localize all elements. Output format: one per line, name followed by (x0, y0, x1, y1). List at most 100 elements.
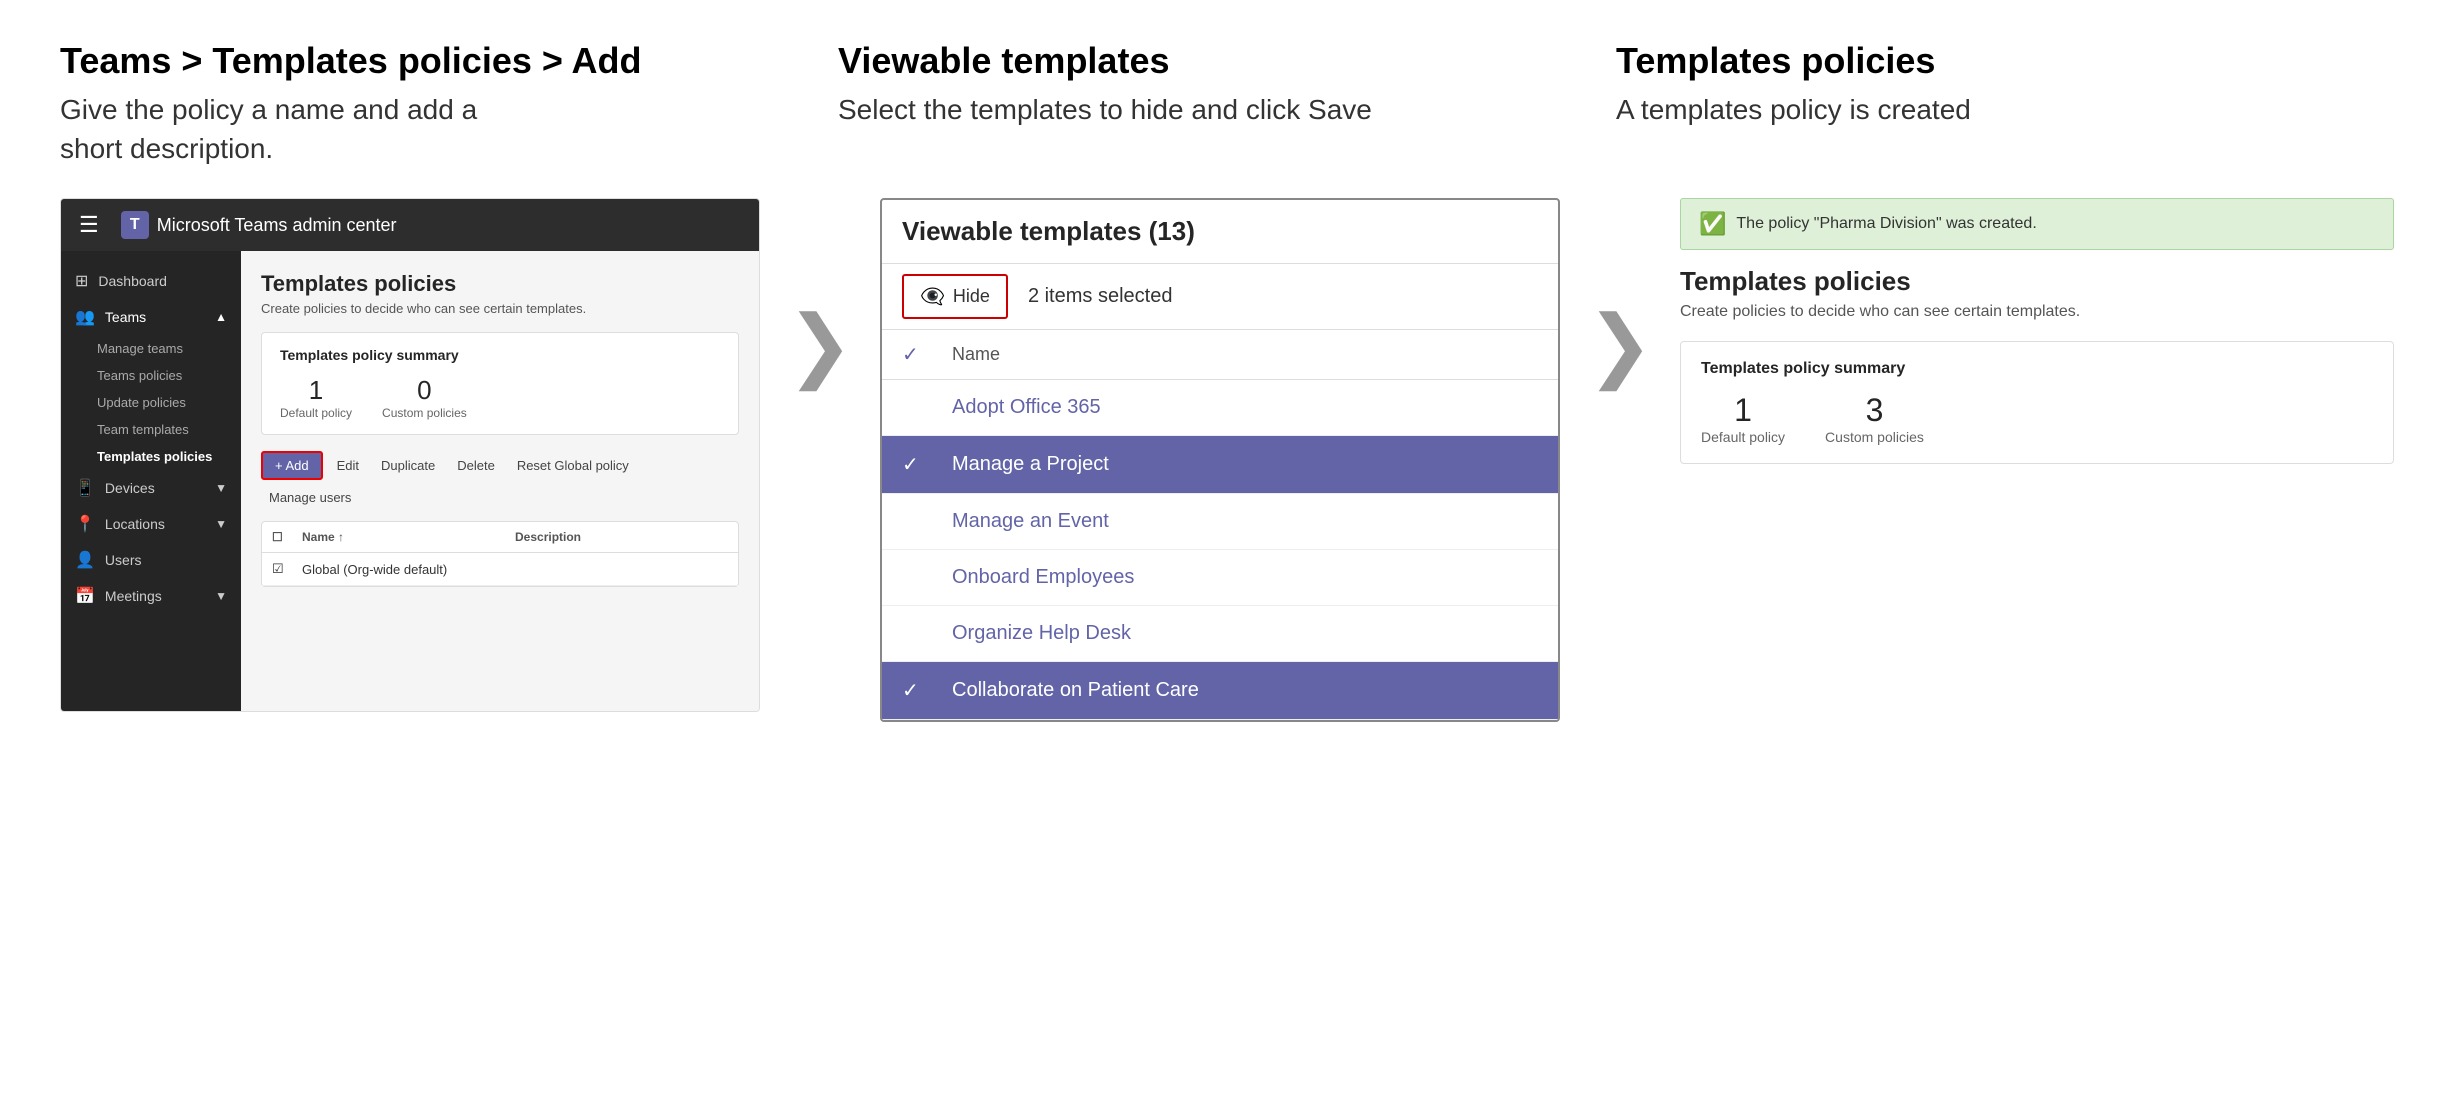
selected-count: 2 items selected (1028, 285, 1173, 308)
templates-toolbar: 👁️‍🗨️ Hide 2 items selected (882, 264, 1558, 330)
template-row-manage-event[interactable]: Manage an Event (882, 494, 1558, 550)
step1-heading-text: Teams > Templates policies > Add (60, 40, 642, 81)
manage-project-check-icon: ✓ (902, 452, 932, 477)
sidebar-teams-label: Teams (105, 309, 146, 325)
templates-header: Viewable templates (13) (882, 200, 1558, 264)
custom-policies-num: 0 (417, 375, 431, 406)
manage-event-name: Manage an Event (952, 510, 1538, 533)
devices-label: Devices (105, 480, 155, 496)
admin-panel: ☰ T Microsoft Teams admin center ⊞ Dashb… (60, 198, 760, 712)
arrow1-container: ❯ (760, 198, 880, 391)
admin-page-desc: Create policies to decide who can see ce… (261, 301, 739, 316)
row-checkbox[interactable]: ☑ (272, 561, 302, 577)
template-row-manage-project[interactable]: ✓ Manage a Project (882, 436, 1558, 494)
policies-table: ☐ Name ↑ Description ☑ Global (Org-wide … (261, 521, 739, 587)
manage-users-button[interactable]: Manage users (261, 486, 359, 509)
admin-main-content: Templates policies Create policies to de… (241, 251, 759, 711)
devices-icon: 📱 (75, 478, 95, 498)
arrow2-container: ❯ (1560, 198, 1680, 391)
locations-label: Locations (105, 516, 165, 532)
result-default-policy-label: Default policy (1701, 429, 1785, 445)
step2-heading: Viewable templates (838, 40, 1576, 82)
users-icon: 👤 (75, 550, 95, 570)
success-check-icon: ✅ (1699, 211, 1726, 237)
step1-label: Teams > Templates policies > Add Give th… (60, 40, 838, 168)
templates-panel: Viewable templates (13) 👁️‍🗨️ Hide 2 ite… (880, 198, 1560, 722)
sidebar-item-users[interactable]: 👤 Users (61, 542, 241, 578)
sidebar-dashboard-label: Dashboard (98, 273, 167, 289)
admin-toolbar: + Add Edit Duplicate Delete Reset Global… (261, 451, 739, 509)
template-row-adopt[interactable]: Adopt Office 365 (882, 380, 1558, 436)
step1-heading: Teams > Templates policies > Add (60, 40, 798, 82)
hide-eye-icon: 👁️‍🗨️ (920, 284, 945, 309)
patient-care-name: Collaborate on Patient Care (952, 679, 1538, 702)
result-page-title: Templates policies (1680, 266, 2394, 297)
hamburger-icon[interactable]: ☰ (79, 212, 99, 238)
template-row-patient-care[interactable]: ✓ Collaborate on Patient Care (882, 662, 1558, 720)
reset-button[interactable]: Reset Global policy (509, 454, 637, 477)
step2-desc: Select the templates to hide and click S… (838, 90, 1576, 129)
arrow1-icon: ❯ (786, 298, 853, 391)
patient-care-check-icon: ✓ (902, 678, 932, 703)
panels-container: ☰ T Microsoft Teams admin center ⊞ Dashb… (60, 198, 2394, 722)
sidebar-item-update-policies[interactable]: Update policies (61, 389, 241, 416)
sidebar-item-devices[interactable]: 📱 Devices ▼ (61, 470, 241, 506)
adopt-name: Adopt Office 365 (952, 396, 1538, 419)
table-row[interactable]: ☑ Global (Org-wide default) (262, 553, 738, 586)
devices-expand-icon: ▼ (215, 481, 227, 495)
result-default-policy-block: 1 Default policy (1701, 392, 1785, 445)
meetings-label: Meetings (105, 588, 162, 604)
result-custom-policies-label: Custom policies (1825, 429, 1924, 445)
sidebar-item-teams[interactable]: 👥 Teams ▲ (61, 299, 241, 335)
step3-label: Templates policies A templates policy is… (1616, 40, 2394, 168)
step3-desc: A templates policy is created (1616, 90, 2354, 129)
locations-expand-icon: ▼ (215, 517, 227, 531)
teams-logo-icon: T (121, 211, 149, 239)
duplicate-button[interactable]: Duplicate (373, 454, 443, 477)
sidebar-item-locations[interactable]: 📍 Locations ▼ (61, 506, 241, 542)
teams-expand-icon: ▲ (215, 310, 227, 324)
sidebar-item-templates-policies[interactable]: Templates policies (61, 443, 241, 470)
meetings-expand-icon: ▼ (215, 589, 227, 603)
custom-policies-block: 0 Custom policies (382, 375, 467, 420)
edit-button[interactable]: Edit (329, 454, 367, 477)
template-row-helpdesk[interactable]: Organize Help Desk (882, 606, 1558, 662)
admin-header: ☰ T Microsoft Teams admin center (61, 199, 759, 251)
result-default-policy-num: 1 (1734, 392, 1752, 429)
templates-policies-label: Templates policies (97, 449, 212, 464)
name-header: Name ↑ (302, 530, 515, 544)
locations-icon: 📍 (75, 514, 95, 534)
sidebar-item-teams-policies[interactable]: Teams policies (61, 362, 241, 389)
col-name-header: Name (952, 344, 1000, 365)
table-header: ☐ Name ↑ Description (262, 522, 738, 553)
delete-button[interactable]: Delete (449, 454, 503, 477)
row-name: Global (Org-wide default) (302, 562, 515, 577)
add-button[interactable]: + Add (261, 451, 323, 480)
summary-card: Templates policy summary 1 Default polic… (261, 332, 739, 435)
manage-project-name: Manage a Project (952, 453, 1538, 476)
success-banner: ✅ The policy "Pharma Division" was creat… (1680, 198, 2394, 250)
sidebar-item-dashboard[interactable]: ⊞ Dashboard (61, 263, 241, 299)
sidebar-item-team-templates[interactable]: Team templates (61, 416, 241, 443)
arrow2-icon: ❯ (1586, 298, 1653, 391)
result-summary-card: Templates policy summary 1 Default polic… (1680, 341, 2394, 464)
manage-teams-label: Manage teams (97, 341, 183, 356)
sidebar-item-meetings[interactable]: 📅 Meetings ▼ (61, 578, 241, 614)
admin-page-title: Templates policies (261, 271, 739, 297)
default-policy-num: 1 (309, 375, 323, 406)
summary-numbers: 1 Default policy 0 Custom policies (280, 375, 720, 420)
team-templates-label: Team templates (97, 422, 189, 437)
admin-sidebar: ⊞ Dashboard 👥 Teams ▲ Manage teams Teams… (61, 251, 241, 711)
desc-header: Description (515, 530, 728, 544)
teams-policies-label: Teams policies (97, 368, 182, 383)
success-message: The policy "Pharma Division" was created… (1736, 215, 2036, 233)
sidebar-item-manage-teams[interactable]: Manage teams (61, 335, 241, 362)
result-page-desc: Create policies to decide who can see ce… (1680, 303, 2394, 321)
templates-panel-title: Viewable templates (13) (902, 216, 1538, 247)
users-label: Users (105, 552, 142, 568)
admin-header-title: Microsoft Teams admin center (157, 215, 397, 236)
hide-button[interactable]: 👁️‍🗨️ Hide (902, 274, 1008, 319)
template-row-onboard[interactable]: Onboard Employees (882, 550, 1558, 606)
default-policy-label: Default policy (280, 406, 352, 420)
step3-heading: Templates policies (1616, 40, 2354, 82)
